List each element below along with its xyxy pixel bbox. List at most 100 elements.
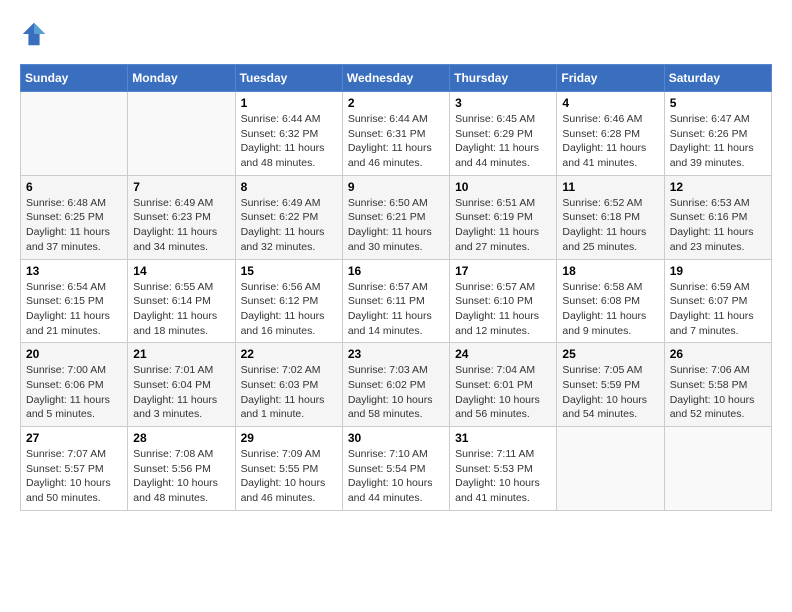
day-info: Sunrise: 7:06 AMSunset: 5:58 PMDaylight:… (670, 363, 766, 422)
day-info: Sunrise: 6:46 AMSunset: 6:28 PMDaylight:… (562, 112, 658, 171)
calendar-week-row: 6 Sunrise: 6:48 AMSunset: 6:25 PMDaylight… (21, 175, 772, 259)
calendar-cell: 7Sunrise: 6:49 AMSunset: 6:23 PMDaylight… (128, 175, 235, 259)
calendar-cell: 11 Sunrise: 6:52 AMSunset: 6:18 PMDayligh… (557, 175, 664, 259)
day-info: Sunrise: 6:52 AMSunset: 6:18 PMDaylight:… (562, 196, 658, 255)
day-number: 5 (670, 96, 766, 110)
calendar-cell: 4 Sunrise: 6:46 AMSunset: 6:28 PMDaylight… (557, 92, 664, 176)
calendar-cell: 3 Sunrise: 6:45 AMSunset: 6:29 PMDaylight… (450, 92, 557, 176)
day-info: Sunrise: 6:49 AMSunset: 6:22 PMDaylight:… (241, 196, 337, 255)
day-info: Sunrise: 6:54 AMSunset: 6:15 PMDaylight:… (26, 280, 122, 339)
day-info: Sunrise: 6:47 AMSunset: 6:26 PMDaylight:… (670, 112, 766, 171)
day-info: Sunrise: 6:59 AMSunset: 6:07 PMDaylight:… (670, 280, 766, 339)
day-info: Sunrise: 7:04 AMSunset: 6:01 PMDaylight:… (455, 363, 551, 422)
day-number: 7 (133, 180, 229, 194)
calendar-week-row: 1Sunrise: 6:44 AMSunset: 6:32 PMDaylight… (21, 92, 772, 176)
page-header (20, 20, 772, 48)
day-info: Sunrise: 7:02 AMSunset: 6:03 PMDaylight:… (241, 363, 337, 422)
calendar-cell: 30 Sunrise: 7:10 AMSunset: 5:54 PMDayligh… (342, 427, 449, 511)
calendar-cell: 22 Sunrise: 7:02 AMSunset: 6:03 PMDayligh… (235, 343, 342, 427)
day-number: 14 (133, 264, 229, 278)
day-number: 26 (670, 347, 766, 361)
day-number: 4 (562, 96, 658, 110)
day-info: Sunrise: 7:00 AMSunset: 6:06 PMDaylight:… (26, 363, 122, 422)
day-info: Sunrise: 7:10 AMSunset: 5:54 PMDaylight:… (348, 447, 444, 506)
day-number: 10 (455, 180, 551, 194)
calendar-cell: 5 Sunrise: 6:47 AMSunset: 6:26 PMDaylight… (664, 92, 771, 176)
day-number: 11 (562, 180, 658, 194)
calendar-cell: 20Sunrise: 7:00 AMSunset: 6:06 PMDayligh… (21, 343, 128, 427)
calendar-cell: 19 Sunrise: 6:59 AMSunset: 6:07 PMDayligh… (664, 259, 771, 343)
day-number: 15 (241, 264, 337, 278)
day-info: Sunrise: 6:58 AMSunset: 6:08 PMDaylight:… (562, 280, 658, 339)
day-info: Sunrise: 6:56 AMSunset: 6:12 PMDaylight:… (241, 280, 337, 339)
day-number: 19 (670, 264, 766, 278)
day-number: 27 (26, 431, 122, 445)
calendar-cell: 15 Sunrise: 6:56 AMSunset: 6:12 PMDayligh… (235, 259, 342, 343)
day-header: Wednesday (342, 65, 449, 92)
day-info: Sunrise: 6:48 AMSunset: 6:25 PMDaylight:… (26, 196, 122, 255)
calendar-cell: 9Sunrise: 6:50 AMSunset: 6:21 PMDaylight… (342, 175, 449, 259)
day-number: 23 (348, 347, 444, 361)
day-info: Sunrise: 6:45 AMSunset: 6:29 PMDaylight:… (455, 112, 551, 171)
day-info: Sunrise: 7:03 AMSunset: 6:02 PMDaylight:… (348, 363, 444, 422)
day-info: Sunrise: 6:57 AMSunset: 6:11 PMDaylight:… (348, 280, 444, 339)
day-number: 22 (241, 347, 337, 361)
calendar-cell: 26 Sunrise: 7:06 AMSunset: 5:58 PMDayligh… (664, 343, 771, 427)
calendar-cell: 14 Sunrise: 6:55 AMSunset: 6:14 PMDayligh… (128, 259, 235, 343)
day-number: 13 (26, 264, 122, 278)
day-number: 25 (562, 347, 658, 361)
day-header: Monday (128, 65, 235, 92)
day-header: Sunday (21, 65, 128, 92)
calendar-week-row: 27 Sunrise: 7:07 AMSunset: 5:57 PMDayligh… (21, 427, 772, 511)
calendar-cell: 12Sunrise: 6:53 AMSunset: 6:16 PMDayligh… (664, 175, 771, 259)
calendar-cell: 16 Sunrise: 6:57 AMSunset: 6:11 PMDayligh… (342, 259, 449, 343)
day-number: 6 (26, 180, 122, 194)
day-info: Sunrise: 6:51 AMSunset: 6:19 PMDaylight:… (455, 196, 551, 255)
day-info: Sunrise: 6:50 AMSunset: 6:21 PMDaylight:… (348, 196, 444, 255)
day-number: 2 (348, 96, 444, 110)
day-info: Sunrise: 7:09 AMSunset: 5:55 PMDaylight:… (241, 447, 337, 506)
calendar-cell (128, 92, 235, 176)
day-number: 24 (455, 347, 551, 361)
calendar-cell: 21 Sunrise: 7:01 AMSunset: 6:04 PMDayligh… (128, 343, 235, 427)
day-number: 18 (562, 264, 658, 278)
day-info: Sunrise: 7:05 AMSunset: 5:59 PMDaylight:… (562, 363, 658, 422)
day-number: 3 (455, 96, 551, 110)
day-info: Sunrise: 6:44 AMSunset: 6:32 PMDaylight:… (241, 112, 337, 171)
calendar-cell: 24 Sunrise: 7:04 AMSunset: 6:01 PMDayligh… (450, 343, 557, 427)
calendar-cell: 25 Sunrise: 7:05 AMSunset: 5:59 PMDayligh… (557, 343, 664, 427)
calendar-cell: 13 Sunrise: 6:54 AMSunset: 6:15 PMDayligh… (21, 259, 128, 343)
day-info: Sunrise: 7:01 AMSunset: 6:04 PMDaylight:… (133, 363, 229, 422)
day-number: 12 (670, 180, 766, 194)
day-number: 31 (455, 431, 551, 445)
calendar-cell (21, 92, 128, 176)
day-info: Sunrise: 7:07 AMSunset: 5:57 PMDaylight:… (26, 447, 122, 506)
day-number: 30 (348, 431, 444, 445)
calendar-week-row: 20Sunrise: 7:00 AMSunset: 6:06 PMDayligh… (21, 343, 772, 427)
calendar-table: SundayMondayTuesdayWednesdayThursdayFrid… (20, 64, 772, 511)
day-number: 28 (133, 431, 229, 445)
calendar-cell: 8 Sunrise: 6:49 AMSunset: 6:22 PMDaylight… (235, 175, 342, 259)
calendar-cell: 1Sunrise: 6:44 AMSunset: 6:32 PMDaylight… (235, 92, 342, 176)
day-header: Friday (557, 65, 664, 92)
calendar-cell: 28 Sunrise: 7:08 AMSunset: 5:56 PMDayligh… (128, 427, 235, 511)
day-info: Sunrise: 6:55 AMSunset: 6:14 PMDaylight:… (133, 280, 229, 339)
calendar-cell: 10 Sunrise: 6:51 AMSunset: 6:19 PMDayligh… (450, 175, 557, 259)
logo-icon (20, 20, 48, 48)
calendar-cell: 6 Sunrise: 6:48 AMSunset: 6:25 PMDaylight… (21, 175, 128, 259)
day-info: Sunrise: 7:11 AMSunset: 5:53 PMDaylight:… (455, 447, 551, 506)
calendar-week-row: 13 Sunrise: 6:54 AMSunset: 6:15 PMDayligh… (21, 259, 772, 343)
calendar-header-row: SundayMondayTuesdayWednesdayThursdayFrid… (21, 65, 772, 92)
day-number: 8 (241, 180, 337, 194)
day-number: 21 (133, 347, 229, 361)
logo (20, 20, 52, 48)
day-info: Sunrise: 6:57 AMSunset: 6:10 PMDaylight:… (455, 280, 551, 339)
calendar-cell (557, 427, 664, 511)
day-number: 16 (348, 264, 444, 278)
calendar-cell: 2Sunrise: 6:44 AMSunset: 6:31 PMDaylight… (342, 92, 449, 176)
calendar-cell: 31 Sunrise: 7:11 AMSunset: 5:53 PMDayligh… (450, 427, 557, 511)
calendar-cell: 18 Sunrise: 6:58 AMSunset: 6:08 PMDayligh… (557, 259, 664, 343)
day-info: Sunrise: 7:08 AMSunset: 5:56 PMDaylight:… (133, 447, 229, 506)
day-header: Tuesday (235, 65, 342, 92)
calendar-cell (664, 427, 771, 511)
